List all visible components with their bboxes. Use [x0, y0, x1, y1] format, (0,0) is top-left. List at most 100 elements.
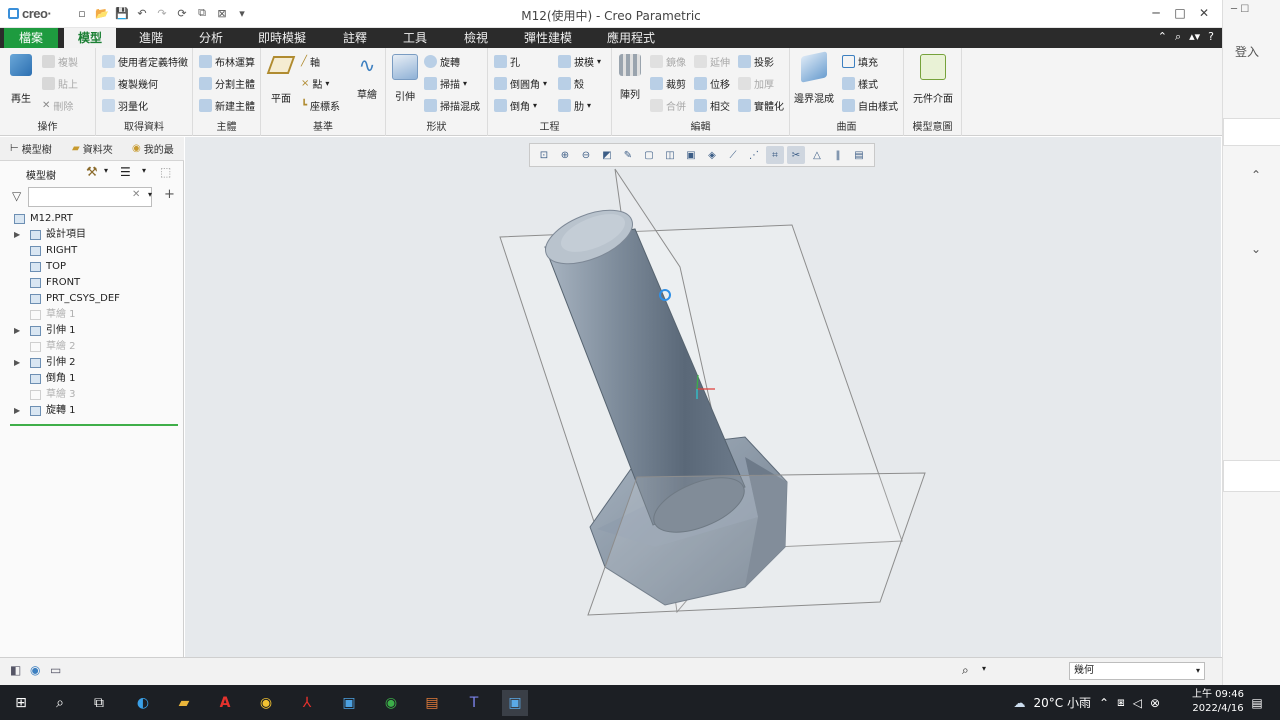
tab-analysis[interactable]: 分析	[196, 28, 226, 48]
tab-favorites[interactable]: ◉ 我的最	[132, 141, 174, 156]
chamfer-dropdown-icon[interactable]: ▾	[533, 101, 537, 110]
tab-file[interactable]: 檔案	[4, 28, 58, 48]
taskbar-search-icon[interactable]: ⌕	[47, 690, 73, 716]
clear-filter-icon[interactable]: ✕	[132, 189, 140, 200]
extrude-button[interactable]: 引伸	[390, 54, 420, 103]
rib-button[interactable]: 肋 ▾	[558, 98, 591, 113]
tab-tools[interactable]: 工具	[400, 28, 430, 48]
csys-button[interactable]: ┗ 座標系	[301, 98, 340, 113]
draft-button[interactable]: 拔模 ▾	[558, 54, 601, 69]
tree-node[interactable]: ▶ 設計項目	[0, 227, 184, 243]
intersect-button[interactable]: 相交	[694, 98, 730, 113]
redo-icon[interactable]: ↷	[154, 5, 170, 21]
tree-node[interactable]: 草繪 1	[0, 307, 184, 323]
datum-plane-top[interactable]	[587, 472, 926, 616]
thicken-button[interactable]: 加厚	[738, 76, 774, 91]
shell-button[interactable]: 殼	[558, 76, 584, 91]
start-menu-icon[interactable]: ⊞	[8, 690, 34, 716]
open-file-icon[interactable]: 📂	[94, 5, 110, 21]
find-dropdown-icon[interactable]: ▾	[982, 664, 986, 673]
insert-here-marker[interactable]	[10, 424, 178, 426]
tree-node[interactable]: ▶ 引伸 2	[0, 355, 184, 371]
fill-button[interactable]: 填充	[842, 54, 878, 69]
refit-icon[interactable]: ⊡	[535, 146, 553, 164]
tree-filter-icon[interactable]: ⬚	[160, 165, 171, 179]
section-icon[interactable]: ◈	[703, 146, 721, 164]
notifications-icon[interactable]: ▤	[1244, 690, 1270, 716]
tray-expand-icon[interactable]: ⌃	[1099, 696, 1109, 710]
new-file-icon[interactable]: ▫	[74, 5, 90, 21]
save-icon[interactable]: 💾	[114, 5, 130, 21]
shrinkwrap-button[interactable]: 羽量化	[102, 98, 148, 113]
filter-dropdown-icon[interactable]: ▾	[148, 190, 152, 199]
maximize-icon[interactable]: □	[1170, 4, 1190, 22]
graphics-window[interactable]: ⊡ ⊕ ⊖ ◩ ✎ ▢ ◫ ▣ ◈ ⟋ ⋰ ⌗ ✂ △ ‖ ▤	[185, 137, 1221, 657]
plane-button[interactable]: 平面	[266, 54, 296, 105]
new-body-button[interactable]: 新建主體	[199, 98, 255, 113]
hole-button[interactable]: 孔	[494, 54, 520, 69]
pattern-button[interactable]: 陣列	[616, 54, 644, 101]
sketch-button[interactable]: ∿ 草繪	[353, 54, 381, 101]
help-menu-icon[interactable]: ▴▾	[1189, 30, 1200, 44]
customize-qat-icon[interactable]: ▾	[234, 5, 250, 21]
tree-node[interactable]: ▶ 旋轉 1	[0, 403, 184, 419]
boundary-blend-button[interactable]: 邊界混成	[794, 51, 834, 105]
tree-node[interactable]: FRONT	[0, 275, 184, 291]
file-explorer-icon[interactable]: ▰	[171, 690, 197, 716]
style-button[interactable]: 樣式	[842, 76, 878, 91]
zoom-out-icon[interactable]: ⊖	[577, 146, 595, 164]
paste-button[interactable]: 貼上	[42, 76, 78, 91]
weather-icon[interactable]: ☁	[1014, 696, 1026, 710]
find-icon[interactable]: ⌕	[962, 663, 969, 678]
tree-node[interactable]: TOP	[0, 259, 184, 275]
close-window-icon[interactable]: ⊠	[214, 5, 230, 21]
full-screen-icon[interactable]: ▭	[50, 663, 61, 677]
display-style-icon[interactable]: ▢	[640, 146, 658, 164]
selection-filter-select[interactable]: 幾何 ▾	[1069, 662, 1205, 680]
app-window-icon[interactable]: ▤	[419, 690, 445, 716]
search-icon[interactable]: ⌕	[1175, 30, 1181, 44]
expand-arrow-icon[interactable]: ▶	[14, 403, 20, 419]
tree-node[interactable]: M12.PRT	[0, 211, 184, 227]
tree-node[interactable]: 草繪 2	[0, 339, 184, 355]
trim-button[interactable]: 裁剪	[650, 76, 686, 91]
creo-taskbar-icon[interactable]: ▣	[336, 690, 362, 716]
collapse-ribbon-icon[interactable]: ⌃	[1158, 30, 1167, 44]
tab-annotate[interactable]: 註釋	[340, 28, 370, 48]
axis-button[interactable]: ╱ 軸	[301, 54, 320, 69]
split-body-button[interactable]: 分割主體	[199, 76, 255, 91]
delete-button[interactable]: ✕ 刪除	[42, 98, 73, 113]
tab-flexible-modeling[interactable]: 彈性建模	[522, 28, 574, 48]
tree-node[interactable]: 草繪 3	[0, 387, 184, 403]
rib-dropdown-icon[interactable]: ▾	[587, 101, 591, 110]
project-button[interactable]: 投影	[738, 54, 774, 69]
solidify-button[interactable]: 實體化	[738, 98, 784, 113]
group-body-label[interactable]: 主體	[193, 118, 260, 133]
copy-geometry-button[interactable]: 複製幾何	[102, 76, 158, 91]
teams-icon[interactable]: T	[461, 690, 487, 716]
chrome-profile-icon[interactable]: ◉	[378, 690, 404, 716]
tab-advanced[interactable]: 進階	[136, 28, 166, 48]
minimize-icon[interactable]: ─	[1146, 4, 1166, 22]
zoom-in-icon[interactable]: ⊕	[556, 146, 574, 164]
boolean-button[interactable]: 布林運算	[199, 54, 255, 69]
sweep-dropdown-icon[interactable]: ▾	[463, 79, 467, 88]
volume-icon[interactable]: ◁	[1133, 696, 1142, 710]
group-shapes-label[interactable]: 形狀	[386, 118, 487, 133]
group-engineering-label[interactable]: 工程	[488, 118, 611, 133]
repaint-icon[interactable]: ◩	[598, 146, 616, 164]
task-view-icon[interactable]: ⧉	[86, 690, 112, 716]
draft-dropdown-icon[interactable]: ▾	[597, 57, 601, 66]
group-operations-label[interactable]: 操作	[0, 118, 95, 133]
component-interface-button[interactable]: 元件介面	[908, 54, 958, 105]
tree-node[interactable]: RIGHT	[0, 243, 184, 259]
group-model-intent-label[interactable]: 模型意圖	[904, 118, 961, 133]
bg-input-box[interactable]	[1223, 118, 1280, 146]
freestyle-button[interactable]: 自由樣式	[842, 98, 898, 113]
group-editing-label[interactable]: 編輯	[612, 118, 789, 133]
windows-icon[interactable]: ⧉	[194, 5, 210, 21]
tab-view[interactable]: 檢視	[461, 28, 491, 48]
tab-model[interactable]: 模型	[64, 28, 116, 48]
tree-node[interactable]: PRT_CSYS_DEF	[0, 291, 184, 307]
filter-funnel-icon[interactable]: ▽	[12, 189, 21, 203]
